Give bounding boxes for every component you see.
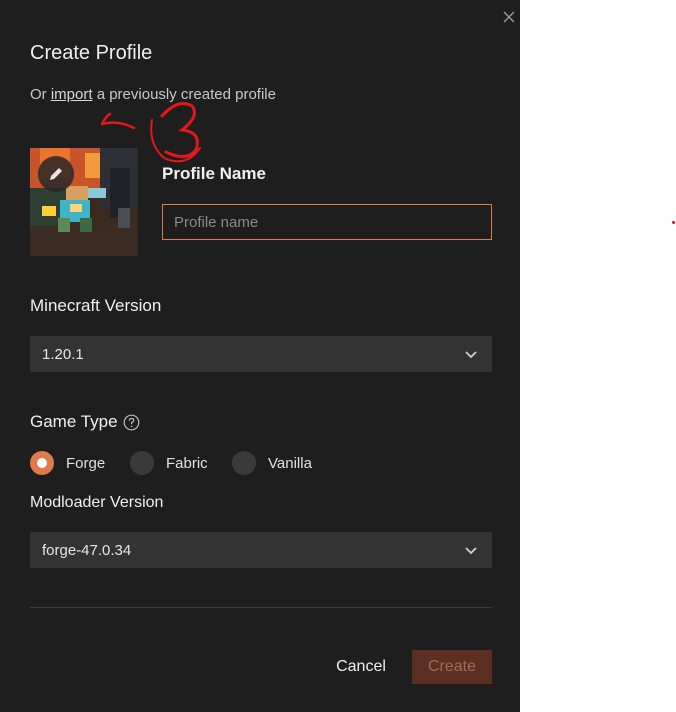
- radio-label-forge: Forge: [66, 454, 106, 472]
- radio-label-fabric: Fabric: [166, 454, 208, 472]
- create-button[interactable]: Create: [412, 650, 492, 684]
- chevron-down-icon: [465, 547, 477, 555]
- minecraft-version-select[interactable]: 1.20.1: [30, 336, 492, 372]
- close-icon[interactable]: [500, 8, 518, 26]
- modloader-version-select[interactable]: forge-47.0.34: [30, 532, 492, 568]
- cancel-button[interactable]: Cancel: [326, 650, 396, 684]
- profile-name-input[interactable]: [162, 204, 492, 240]
- import-line: Or import a previously created profile: [30, 86, 276, 103]
- stray-mark: [672, 221, 675, 224]
- pencil-icon: [50, 168, 62, 180]
- import-prefix: Or: [30, 86, 51, 103]
- radio-forge[interactable]: Forge: [30, 451, 105, 475]
- import-link[interactable]: import: [51, 86, 93, 103]
- modloader-version-label: Modloader Version: [30, 494, 164, 511]
- import-suffix: a previously created profile: [92, 86, 276, 103]
- minecraft-version-value: 1.20.1: [42, 345, 84, 363]
- radio-button-fabric[interactable]: [130, 451, 154, 475]
- edit-image-button[interactable]: [38, 156, 74, 192]
- modloader-version-value: forge-47.0.34: [42, 541, 132, 559]
- radio-button-vanilla[interactable]: [232, 451, 256, 475]
- profile-name-label: Profile Name: [162, 164, 266, 183]
- dialog-title: Create Profile: [30, 42, 153, 64]
- annotation-label: 3: [176, 145, 177, 147]
- chevron-down-icon: [465, 351, 477, 359]
- minecraft-version-label: Minecraft Version: [30, 296, 162, 315]
- radio-vanilla[interactable]: Vanilla: [232, 451, 312, 475]
- radio-label-vanilla: Vanilla: [268, 454, 312, 472]
- help-circle-icon[interactable]: [123, 414, 140, 431]
- radio-fabric[interactable]: Fabric: [130, 451, 208, 475]
- game-type-label: Game Type: [30, 412, 118, 431]
- radio-button-forge[interactable]: [30, 451, 54, 475]
- create-profile-dialog: Create Profile Or import a previously cr…: [0, 0, 520, 712]
- footer-divider: [30, 607, 492, 608]
